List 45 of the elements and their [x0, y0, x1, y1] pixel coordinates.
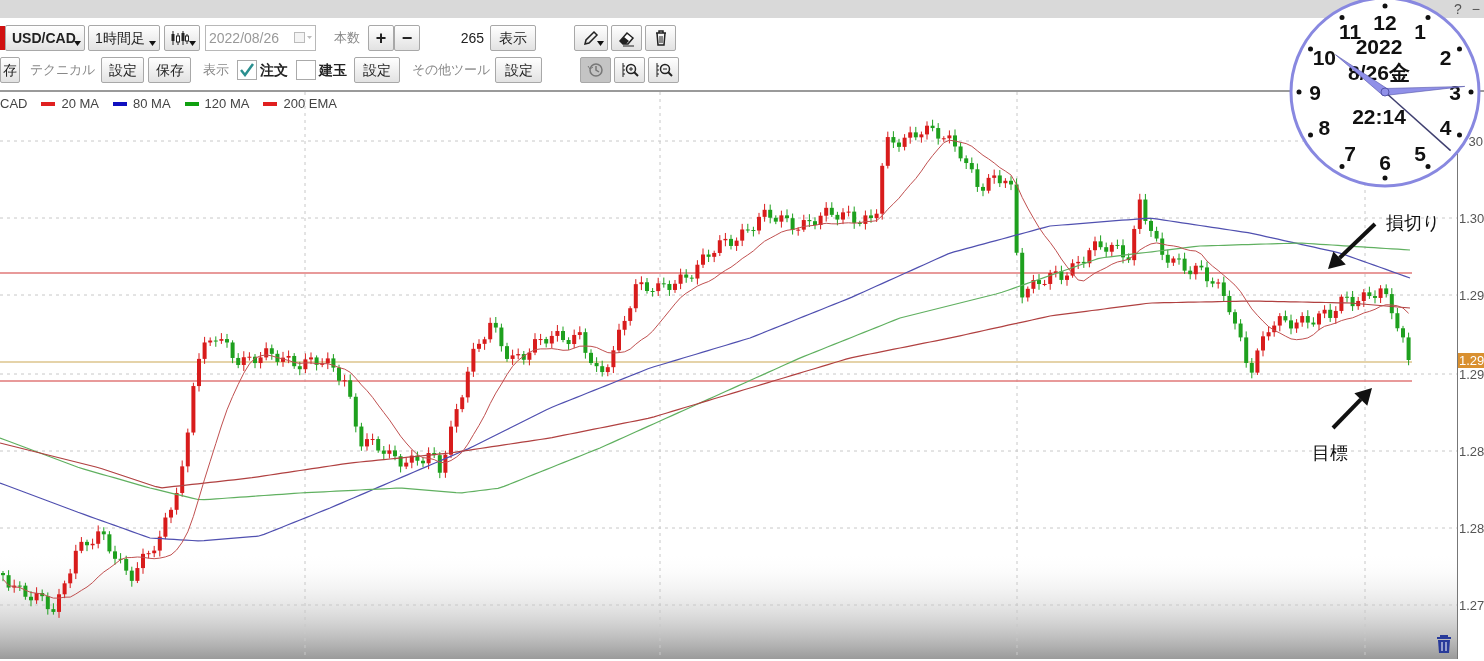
current-price-label: 1.29: [1458, 353, 1484, 368]
window-control[interactable]: ?: [1454, 0, 1462, 20]
legend-label: 20 MA: [61, 95, 100, 113]
stop-loss-annotation: 損切り: [1386, 212, 1440, 235]
timeframe-dropdown[interactable]: 1時間足: [88, 25, 160, 51]
clock-numeral: 1: [1414, 20, 1426, 44]
clock-numeral: 5: [1414, 141, 1426, 165]
clock-numeral: 9: [1309, 81, 1321, 104]
clock-numeral: 6: [1379, 151, 1391, 174]
plus-button[interactable]: +: [368, 25, 394, 51]
price-label: 1.29: [1458, 289, 1484, 302]
clock-numeral: 12: [1373, 11, 1397, 34]
legend-label: 80 MA: [133, 95, 171, 113]
clock-numeral: 2: [1439, 46, 1452, 69]
save-button[interactable]: 保存: [148, 57, 191, 83]
clock-numeral: 7: [1344, 141, 1356, 165]
bar-count-label: 本数: [334, 29, 360, 48]
checkbox-label: 建玉: [319, 60, 347, 80]
minus-button[interactable]: −: [394, 25, 420, 51]
save-button[interactable]: 存: [0, 57, 20, 83]
target-annotation: 目標: [1312, 442, 1348, 465]
settings-button[interactable]: 設定: [495, 57, 542, 83]
legend-label: 120 MA: [204, 95, 250, 113]
price-label: 1.28: [1458, 522, 1484, 535]
price-label: 1.29: [1458, 368, 1484, 381]
checkbox-label: 注文: [260, 60, 288, 80]
show-button[interactable]: 表示: [490, 25, 536, 51]
clock-numeral: 8: [1318, 116, 1331, 139]
settings-button[interactable]: 設定: [101, 57, 144, 83]
settings-button[interactable]: 設定: [354, 57, 400, 83]
price-label: 1.30: [1458, 212, 1484, 225]
legend-symbol: CAD: [0, 95, 28, 113]
clock-time: 22:14: [1352, 105, 1406, 128]
clock-numeral: 10: [1312, 46, 1337, 69]
symbol-dropdown[interactable]: USD/CAD: [5, 25, 85, 51]
window-control[interactable]: −: [1471, 0, 1480, 20]
price-label: 1.28: [1458, 445, 1484, 458]
other-tools-label: その他ツール: [412, 61, 490, 80]
clock-numeral: 3: [1449, 81, 1461, 104]
price-label: 1.27: [1458, 599, 1484, 612]
clock-numeral: 4: [1439, 116, 1452, 139]
price-label: 30: [1467, 135, 1484, 148]
technical-label: テクニカル: [30, 61, 95, 80]
legend-label: 200 EMA: [283, 95, 337, 113]
display-label: 表示: [203, 61, 229, 80]
